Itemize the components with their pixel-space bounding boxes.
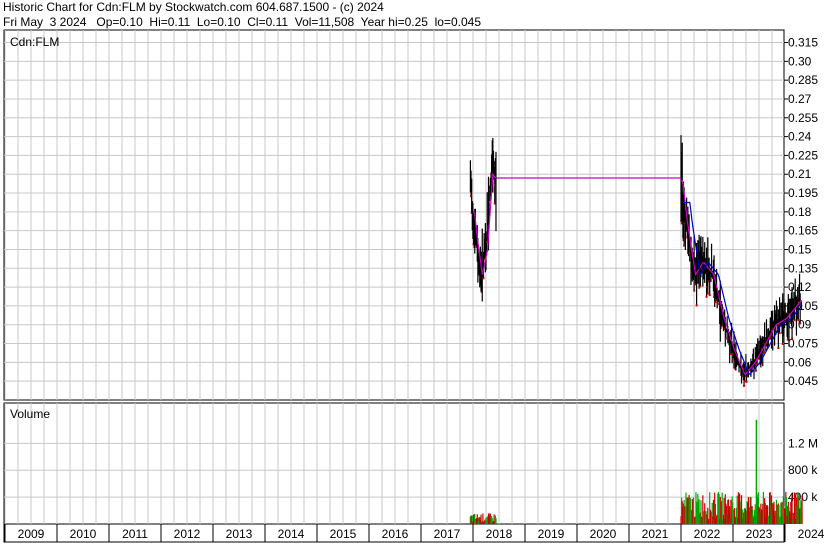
price-tick-red <box>695 304 698 307</box>
price-tick-red <box>705 295 708 298</box>
y-tick-label: 0.24 <box>788 130 812 144</box>
x-tick-label: 2020 <box>590 527 617 541</box>
x-tick-label: 2012 <box>174 527 201 541</box>
price-tick-red <box>793 319 796 322</box>
price-tick-red <box>482 277 485 280</box>
stock-chart: 0.315 0.30 0.285 0.27 0.255 0.24 0.225 0.21 0.19… <box>3 29 825 543</box>
x-tick-label: 2022 <box>694 527 721 541</box>
price-tick-red <box>745 380 748 383</box>
volume-tick-label: 800 k <box>788 463 818 477</box>
y-tick-label: 0.195 <box>788 186 818 200</box>
y-tick-label: 0.27 <box>788 92 812 106</box>
price-tick-red <box>724 337 727 340</box>
price-tick-red <box>797 319 800 322</box>
x-tick-label: 2015 <box>330 527 357 541</box>
y-tick-label: 0.165 <box>788 224 818 238</box>
x-tick-label: 2011 <box>122 527 148 541</box>
x-tick-label: 2019 <box>538 527 565 541</box>
price-tick-red <box>743 380 746 383</box>
y-tick-label: 0.045 <box>788 374 818 388</box>
x-tick-label: 2023 <box>746 527 773 541</box>
volume-title: Volume <box>10 407 50 421</box>
price-tick-red <box>714 301 717 304</box>
x-tick-label: 2013 <box>226 527 253 541</box>
price-tick-red <box>799 322 802 325</box>
x-tick-label: 2018 <box>486 527 513 541</box>
price-tick-red <box>699 285 702 288</box>
x-tick-label: 2024 <box>798 527 825 541</box>
price-pane <box>3 29 785 401</box>
chart-title: Cdn:FLM <box>10 35 59 49</box>
y-tick-label: 0.255 <box>788 111 818 125</box>
price-tick-red <box>781 342 784 345</box>
price-tick-red <box>693 289 696 292</box>
price-tick-red <box>791 337 794 340</box>
x-tick-label: 2014 <box>278 527 305 541</box>
y-tick-label: 0.21 <box>788 167 812 181</box>
price-tick-red <box>708 294 711 297</box>
volume-pane <box>3 402 785 525</box>
y-tick-label: 0.225 <box>788 148 818 162</box>
x-tick-label: 2021 <box>642 527 669 541</box>
y-tick-label: 0.135 <box>788 261 818 275</box>
x-tick-label: 2016 <box>382 527 409 541</box>
price-tick-red <box>754 369 757 372</box>
price-tick-red <box>778 332 781 335</box>
price-tick-red <box>777 347 780 350</box>
x-tick-label: 2009 <box>18 527 45 541</box>
x-tick-label: 2010 <box>70 527 97 541</box>
y-tick-label: 0.285 <box>788 73 818 87</box>
y-tick-label: 0.18 <box>788 205 812 219</box>
y-tick-label: 0.30 <box>788 54 812 68</box>
volume-tick-label: 1.2 M <box>788 436 818 450</box>
y-tick-label: 0.315 <box>788 36 818 50</box>
x-tick-label: 2017 <box>434 527 461 541</box>
price-tick-red <box>743 384 746 387</box>
y-tick-label: 0.15 <box>788 242 812 256</box>
y-tick-label: 0.06 <box>788 355 812 369</box>
price-tick-red <box>706 292 709 295</box>
